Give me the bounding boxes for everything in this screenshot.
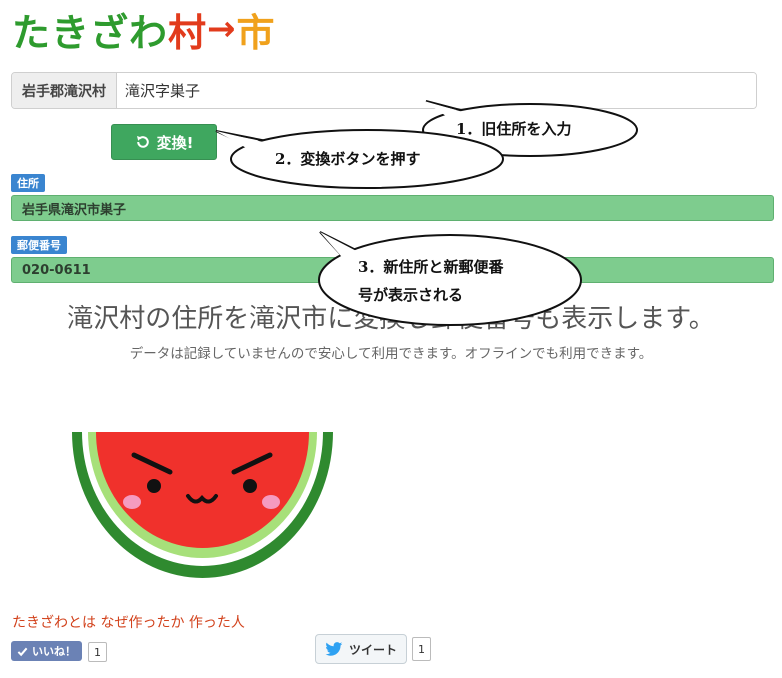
callout-step-3-line2: 号が表示される <box>358 286 464 304</box>
refresh-icon <box>136 136 149 148</box>
link-about[interactable]: たきざわとは <box>12 615 96 631</box>
callout-step-1: 1．旧住所を入力 <box>456 120 572 138</box>
link-why[interactable]: なぜ作ったか <box>100 615 184 631</box>
old-address-input[interactable] <box>117 73 756 108</box>
logo-text-takizawa: たきざわ <box>12 10 169 55</box>
twitter-bird-icon <box>325 641 343 656</box>
postal-code-label: 郵便番号 <box>11 236 67 254</box>
tweet-button[interactable]: ツイート <box>315 634 407 664</box>
convert-button-label: 変換! <box>156 133 194 152</box>
like-button-label: いいね！ <box>32 645 76 658</box>
link-author[interactable]: 作った人 <box>189 615 245 631</box>
like-button[interactable]: いいね！ <box>11 641 82 661</box>
address-prefix-addon: 岩手郡滝沢村 <box>12 73 117 108</box>
watermelon-mascot <box>72 432 333 578</box>
address-label: 住所 <box>11 174 45 192</box>
callout-step-2: 2．変換ボタンを押す <box>275 150 421 168</box>
like-count: 1 <box>88 642 107 662</box>
new-address-output: 岩手県滝沢市巣子 <box>11 195 774 221</box>
tweet-button-label: ツイート <box>348 642 397 657</box>
address-input-group: 岩手郡滝沢村 <box>11 72 757 109</box>
logo-text-mura: 村 <box>168 10 208 55</box>
check-icon <box>17 647 28 656</box>
logo-arrow: → <box>207 9 237 49</box>
tweet-count: 1 <box>412 637 431 661</box>
app-logo: たきざわ 村 → 市 <box>12 4 276 55</box>
callout-step-3-line1: 3．新住所と新郵便番 <box>358 258 504 276</box>
logo-text-shi: 市 <box>236 10 276 55</box>
footer-links: たきざわとは なぜ作ったか 作った人 <box>12 612 245 632</box>
convert-button[interactable]: 変換! <box>111 124 217 160</box>
page-subline: データは記録していませんので安心して利用できます。オフラインでも利用できます。 <box>129 346 653 362</box>
